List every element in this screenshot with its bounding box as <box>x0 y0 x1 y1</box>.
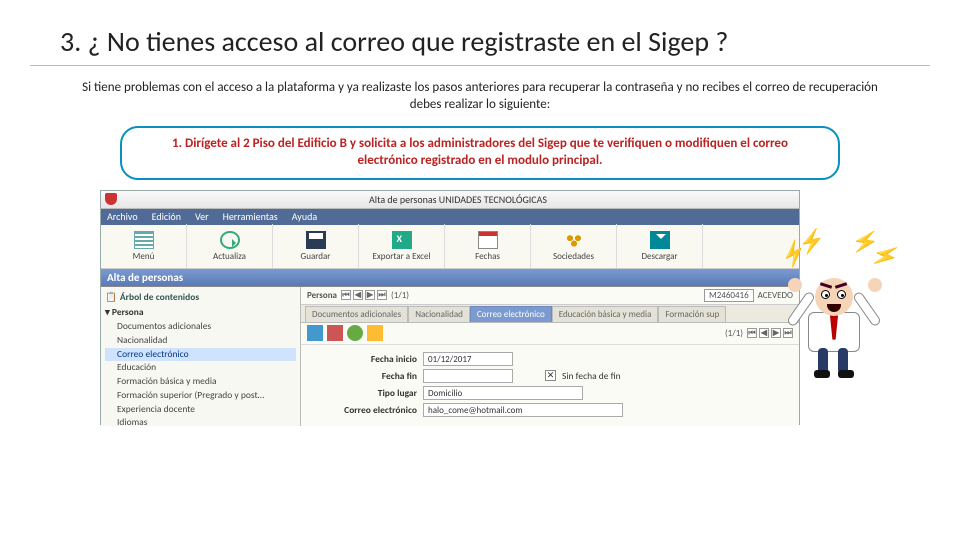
toolbar-menu-button[interactable]: Menú <box>101 224 187 268</box>
tree-item-formacion-basica[interactable]: Formación básica y media <box>105 375 296 389</box>
save-icon <box>306 231 326 249</box>
sub-header: Alta de personas <box>101 269 799 287</box>
toolbar-download-button[interactable]: Descargar <box>617 224 703 268</box>
tab-educacion[interactable]: Educación básica y media <box>552 306 659 322</box>
toolbar: Menú Actualiza Guardar Exportar a Excel … <box>101 225 799 269</box>
refresh-icon <box>220 231 240 249</box>
angry-person-icon: ⚡ ⚡ ⚡ ⚡ <box>780 230 890 380</box>
sin-fecha-checkbox[interactable]: ✕ <box>545 370 556 381</box>
main-panel: Persona ⏮◀▶⏭ (1/1) M2460416 ACEVEDO Docu… <box>301 287 799 426</box>
menubar[interactable]: Archivo Edición Ver Herramientas Ayuda <box>101 209 799 225</box>
societies-icon <box>564 231 584 249</box>
calendar-icon <box>478 231 498 249</box>
excel-icon <box>392 231 412 249</box>
page-title: 3. ¿ No tienes acceso al correo que regi… <box>0 0 960 65</box>
tree-item-formacion-superior[interactable]: Formación superior (Pregrado y post… <box>105 389 296 403</box>
menu-herramientas[interactable]: Herramientas <box>223 210 278 223</box>
tree-panel: 📋 Árbol de contenidos ▾ Persona Document… <box>101 287 301 426</box>
tree-header: 📋 Árbol de contenidos <box>105 291 296 305</box>
screenshot-container: Alta de personas UNIDADES TECNOLÓGICAS A… <box>100 190 860 425</box>
tree-item-idiomas[interactable]: Idiomas <box>105 416 296 425</box>
tree-item-correo[interactable]: Correo electrónico <box>105 348 296 362</box>
menu-archivo[interactable]: Archivo <box>107 210 138 223</box>
toolbar-menu-label: Menú <box>133 251 155 262</box>
fecha-fin-field[interactable] <box>423 369 513 383</box>
toolbar-download-label: Descargar <box>641 251 677 262</box>
tree-item-experiencia-docente[interactable]: Experiencia docente <box>105 403 296 417</box>
subtool-icon-4[interactable] <box>367 325 383 341</box>
record-nav[interactable]: ⏮◀▶⏭ <box>341 290 387 300</box>
record-id: M2460416 <box>704 289 754 302</box>
tree-item-documentos[interactable]: Documentos adicionales <box>105 320 296 334</box>
sin-fecha-label: Sin fecha de fin <box>562 370 621 382</box>
subtool-icon-2[interactable] <box>327 325 343 341</box>
form: Fecha inicio 01/12/2017 Fecha fin ✕ Sin … <box>301 345 799 424</box>
tree-root[interactable]: ▾ Persona <box>105 306 296 320</box>
menu-ver[interactable]: Ver <box>195 210 209 223</box>
toolbar-dates-label: Fechas <box>475 251 500 262</box>
app-window: Alta de personas UNIDADES TECNOLÓGICAS A… <box>100 190 800 425</box>
tipo-lugar-label: Tipo lugar <box>307 387 417 399</box>
toolbar-refresh-label: Actualiza <box>213 251 246 262</box>
download-icon <box>650 231 670 249</box>
subtool-icon-1[interactable] <box>307 325 323 341</box>
toolbar-save-button[interactable]: Guardar <box>273 224 359 268</box>
app-body: 📋 Árbol de contenidos ▾ Persona Document… <box>101 287 799 426</box>
toolbar-export-button[interactable]: Exportar a Excel <box>359 224 445 268</box>
window-title: Alta de personas UNIDADES TECNOLÓGICAS <box>121 193 795 206</box>
sub-counter: (1/1) <box>725 328 743 339</box>
window-titlebar: Alta de personas UNIDADES TECNOLÓGICAS <box>101 191 799 209</box>
tabs: Documentos adicionales Nacionalidad Corr… <box>301 305 799 323</box>
toolbar-export-label: Exportar a Excel <box>372 251 430 262</box>
tab-documentos[interactable]: Documentos adicionales <box>305 306 408 322</box>
sub-nav-first-icon[interactable]: ⏮ <box>747 328 757 338</box>
tree-header-label: Árbol de contenidos <box>120 291 199 305</box>
instruction-box: 1. Dirígete al 2 Piso del Edificio B y s… <box>120 126 840 180</box>
menu-ayuda[interactable]: Ayuda <box>292 210 317 223</box>
record-label: Persona <box>307 290 337 301</box>
correo-field[interactable]: halo_come@hotmail.com <box>423 403 623 417</box>
nav-next-icon[interactable]: ▶ <box>365 290 375 300</box>
tab-formacion[interactable]: Formación sup <box>658 306 726 322</box>
tab-correo[interactable]: Correo electrónico <box>470 306 552 322</box>
toolbar-dates-button[interactable]: Fechas <box>445 224 531 268</box>
nav-last-icon[interactable]: ⏭ <box>377 290 387 300</box>
toolbar-save-label: Guardar <box>301 251 331 262</box>
tree-root-label: Persona <box>112 306 144 318</box>
title-divider <box>30 65 930 66</box>
sub-nav-prev-icon[interactable]: ◀ <box>759 328 769 338</box>
tree-item-nacionalidad[interactable]: Nacionalidad <box>105 334 296 348</box>
subtool-icon-3[interactable] <box>347 325 363 341</box>
toolbar-societies-button[interactable]: Sociedades <box>531 224 617 268</box>
app-shield-icon <box>105 193 117 205</box>
record-bar: Persona ⏮◀▶⏭ (1/1) M2460416 ACEVEDO <box>301 287 799 305</box>
toolbar-refresh-button[interactable]: Actualiza <box>187 224 273 268</box>
tab-nacionalidad[interactable]: Nacionalidad <box>408 306 470 322</box>
record-counter: (1/1) <box>391 290 409 301</box>
fecha-fin-label: Fecha fin <box>307 370 417 382</box>
fecha-inicio-field[interactable]: 01/12/2017 <box>423 352 513 366</box>
menu-edicion[interactable]: Edición <box>152 210 181 223</box>
grid-icon <box>134 231 154 249</box>
correo-label: Correo electrónico <box>307 404 417 416</box>
nav-first-icon[interactable]: ⏮ <box>341 290 351 300</box>
tree-item-educacion[interactable]: Educación <box>105 361 296 375</box>
sub-toolbar: (1/1) ⏮◀▶⏭ <box>301 323 799 345</box>
intro-text: Si tiene problemas con el acceso a la pl… <box>0 80 960 126</box>
nav-prev-icon[interactable]: ◀ <box>353 290 363 300</box>
fecha-inicio-label: Fecha inicio <box>307 353 417 365</box>
toolbar-societies-label: Sociedades <box>553 251 594 262</box>
tipo-lugar-field[interactable]: Domicilio <box>423 386 583 400</box>
